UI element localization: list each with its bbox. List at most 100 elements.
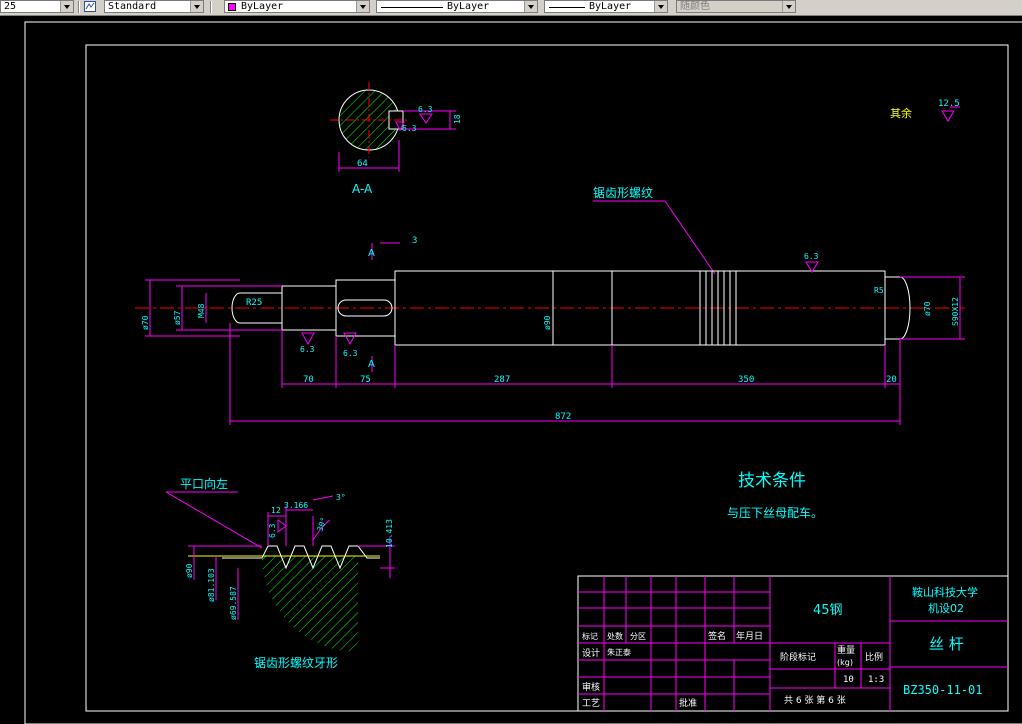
roughness-value: 6.3	[300, 345, 315, 354]
col-count: 处数	[607, 631, 623, 641]
roughness-symbol-icon	[277, 519, 287, 533]
chevron-down-icon[interactable]	[60, 1, 73, 12]
chevron-down-icon[interactable]	[356, 1, 369, 12]
sheet-count: 共 6 张 第 6 张	[784, 694, 846, 706]
toolbar-separator	[78, 1, 80, 13]
roughness-symbol-icon	[419, 113, 433, 124]
col-date: 年月日	[736, 630, 763, 642]
thread-callout: 锯齿形螺纹	[593, 185, 653, 200]
dim-angle	[312, 495, 334, 501]
dim-dia-70-right: ø70	[923, 301, 932, 316]
leader-line	[165, 491, 263, 549]
weight-unit: (kg)	[837, 658, 853, 667]
col-mark: 标记	[582, 631, 598, 641]
drawing-canvas[interactable]: 64 18 6.3 6.3 A-A 其余 12.5 锯齿形螺纹 ø70 ø57 …	[0, 16, 1022, 724]
dim-scale-select[interactable]: 25	[0, 0, 74, 13]
stage-mark: 阶段标记	[780, 651, 816, 663]
lineweight-preview-icon	[549, 7, 585, 8]
text-style-value: Standard	[108, 1, 157, 12]
lineweight-select[interactable]: ByLayer	[544, 0, 668, 13]
dim-scale-value: 25	[4, 1, 17, 12]
thread-direction: 平口向左	[180, 476, 228, 491]
rest-label: 其余	[890, 106, 912, 120]
dim-len-total: 872	[555, 412, 571, 422]
text-style-icon[interactable]	[84, 1, 96, 12]
outer-frame	[24, 21, 1022, 724]
thread-dim-10413: 10.413	[385, 519, 394, 548]
rest-roughness-value: 12.5	[938, 99, 960, 109]
text-style-select[interactable]: Standard	[104, 0, 204, 13]
designer-name: 朱正泰	[607, 647, 631, 657]
thread-roughness: 6.3	[268, 523, 277, 538]
thread-dim-3166: 3.166	[284, 501, 308, 510]
roughness-value: 6.3	[418, 105, 433, 114]
roughness-symbol-icon	[301, 332, 315, 346]
tech-req-title: 技术条件	[738, 471, 806, 491]
thread-profile-detail: ø90 ø81.103 ø69.587 平口向左 12 3.166 6.3 3°…	[165, 476, 395, 670]
title-block: 45钢 鞍山科技大学 机设02 丝 杆 BZ350-11-01 阶段标记 重量 …	[577, 575, 1009, 712]
color-value: ByLayer	[241, 1, 284, 12]
toolbar-separator	[210, 1, 212, 13]
part-name: 丝 杆	[929, 635, 964, 653]
thread-dia-81: ø81.103	[207, 568, 216, 602]
dim-dia-57: ø57	[173, 310, 182, 325]
section-mark-a-bottom: A	[368, 359, 375, 370]
thread-dim-3deg: 3°	[336, 493, 346, 502]
properties-toolbar: 25 Standard ByLayer ByLayer ByLayer 随颜色	[0, 0, 1022, 16]
weight-value: 10	[843, 675, 854, 685]
thread-dia-90: ø90	[185, 563, 194, 578]
lineweight-value: ByLayer	[589, 1, 632, 12]
length-dimensions	[229, 323, 901, 425]
plot-style-value: 随颜色	[680, 1, 710, 12]
scale-value: 1:3	[868, 675, 884, 685]
thread-dia-69: ø69.587	[229, 586, 238, 620]
tech-req-item: 与压下丝母配车。	[727, 505, 823, 520]
dim-len-70: 70	[303, 375, 314, 385]
shaft-view: ø70 ø57 M48 R25 ø90 R5 ø70 S90X12 A A 3 …	[135, 236, 965, 425]
chevron-down-icon[interactable]	[190, 1, 203, 12]
roughness-symbol-icon	[343, 332, 357, 346]
thread-hatch	[262, 556, 358, 652]
chevron-down-icon[interactable]	[654, 1, 667, 12]
dim-r25: R25	[246, 298, 262, 308]
linetype-preview-icon	[381, 7, 443, 8]
color-swatch-icon	[228, 3, 236, 11]
plot-style-select[interactable]: 随颜色	[676, 0, 796, 13]
roughness-value: 6.3	[402, 124, 417, 133]
roughness-symbol-icon	[941, 110, 955, 122]
chevron-down-icon[interactable]	[524, 1, 537, 12]
inner-frame	[85, 44, 1009, 712]
section-label: A-A	[352, 182, 373, 196]
leader-line	[664, 200, 716, 275]
dim-dia-70: ø70	[141, 315, 150, 330]
row-design: 设计	[582, 647, 600, 659]
section-mark-a-top: A	[368, 248, 375, 259]
linetype-value: ByLayer	[447, 1, 490, 12]
color-select[interactable]: ByLayer	[224, 0, 370, 13]
row-process: 工艺	[582, 698, 600, 709]
drawing-number: BZ350-11-01	[903, 683, 982, 697]
material: 45钢	[813, 603, 843, 618]
dim-len-350: 350	[738, 375, 754, 385]
dim-18: 18	[453, 114, 462, 124]
dim-64: 64	[357, 159, 368, 169]
scale-label: 比例	[865, 651, 883, 663]
dim-len-20: 20	[886, 375, 897, 385]
section-view-a-a: 64 18 6.3 6.3 A-A	[330, 82, 462, 196]
chevron-down-icon[interactable]	[782, 1, 795, 12]
dim-m48: M48	[197, 303, 206, 318]
dim-len-287: 287	[494, 375, 510, 385]
dim-3: 3	[412, 236, 417, 246]
roughness-value: 6.3	[343, 349, 358, 358]
linetype-select[interactable]: ByLayer	[376, 0, 538, 13]
thread-dim-12: 12	[271, 506, 281, 515]
col-zone: 分区	[630, 632, 646, 641]
dim-dia-90: ø90	[543, 315, 552, 330]
row-review: 审核	[582, 681, 600, 693]
dim-s90: S90X12	[951, 297, 960, 326]
thread-dim-30deg: 30°	[315, 516, 328, 533]
surface-rest-note: 其余 12.5	[890, 99, 960, 122]
row-approve: 批准	[679, 697, 697, 709]
thread-detail-title: 锯齿形螺纹牙形	[254, 655, 338, 670]
dim-r-end: R5	[874, 286, 884, 295]
